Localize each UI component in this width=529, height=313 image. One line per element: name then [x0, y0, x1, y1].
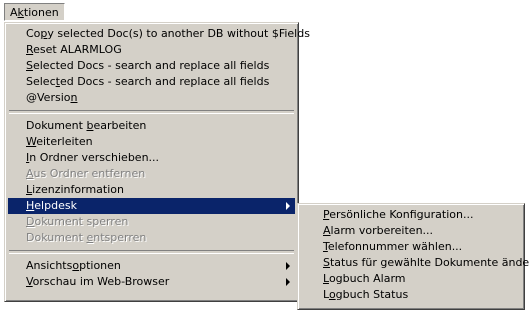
menu-item-dokument-entsperren: Dokument entsperren: [26, 231, 147, 244]
menu-item-dokument-sperren: Dokument sperren: [26, 215, 129, 228]
menu-item-copy-docs[interactable]: Copy selected Doc(s) to another DB witho…: [8, 26, 310, 42]
menu-item-vorschau-web-browser[interactable]: Vorschau im Web-Browser: [8, 274, 295, 290]
menu-item-version[interactable]: @Version: [8, 90, 295, 106]
menu-item-reset-alarmlog[interactable]: Reset ALARMLOG: [8, 42, 295, 58]
submenu-arrow-icon: [286, 278, 290, 286]
menu-separator: [9, 110, 294, 114]
menu-item-ansichtsoptionen[interactable]: Ansichtsoptionen: [8, 258, 295, 274]
menu-item-search-replace-2[interactable]: Selected Docs - search and replace all f…: [8, 74, 295, 90]
menu-item-helpdesk[interactable]: Helpdesk: [8, 198, 295, 214]
submenu-item-alarm-vorbereiten[interactable]: Alarm vorbereiten...: [301, 223, 521, 239]
menu-item-lizenzinformation[interactable]: Lizenzinformation: [8, 182, 295, 198]
submenu-item-logbuch-alarm[interactable]: Logbuch Alarm: [301, 271, 521, 287]
menu-bar: Aktionen: [0, 0, 529, 22]
menu-label-pre: A: [10, 6, 18, 19]
submenu-arrow-icon: [286, 262, 290, 270]
submenu-item-status-aendern[interactable]: Status für gewählte Dokumente ändern...: [301, 255, 529, 271]
menu-aktionen[interactable]: Aktionen: [4, 3, 65, 21]
menu-item-search-replace-1[interactable]: Selected Docs - search and replace all f…: [8, 58, 295, 74]
helpdesk-submenu: Persönliche Konfiguration... Alarm vorbe…: [297, 203, 529, 310]
menu-item-in-ordner-verschieben[interactable]: In Ordner verschieben...: [8, 150, 295, 166]
aktionen-dropdown: Copy selected Doc(s) to another DB witho…: [4, 22, 310, 302]
menu-item-aus-ordner-entfernen: Aus Ordner entfernen: [26, 167, 146, 180]
submenu-item-logbuch-status[interactable]: Logbuch Status: [301, 287, 521, 303]
menu-separator: [9, 250, 294, 254]
submenu-item-telefonnummer-waehlen[interactable]: Telefonnummer wählen...: [301, 239, 521, 255]
menu-label-post: tionen: [23, 6, 59, 19]
submenu-item-persoenliche-konfiguration[interactable]: Persönliche Konfiguration...: [301, 207, 521, 223]
submenu-arrow-icon: [286, 202, 290, 210]
menu-item-weiterleiten[interactable]: Weiterleiten: [8, 134, 295, 150]
menu-item-dokument-bearbeiten[interactable]: Dokument bearbeiten: [8, 118, 295, 134]
